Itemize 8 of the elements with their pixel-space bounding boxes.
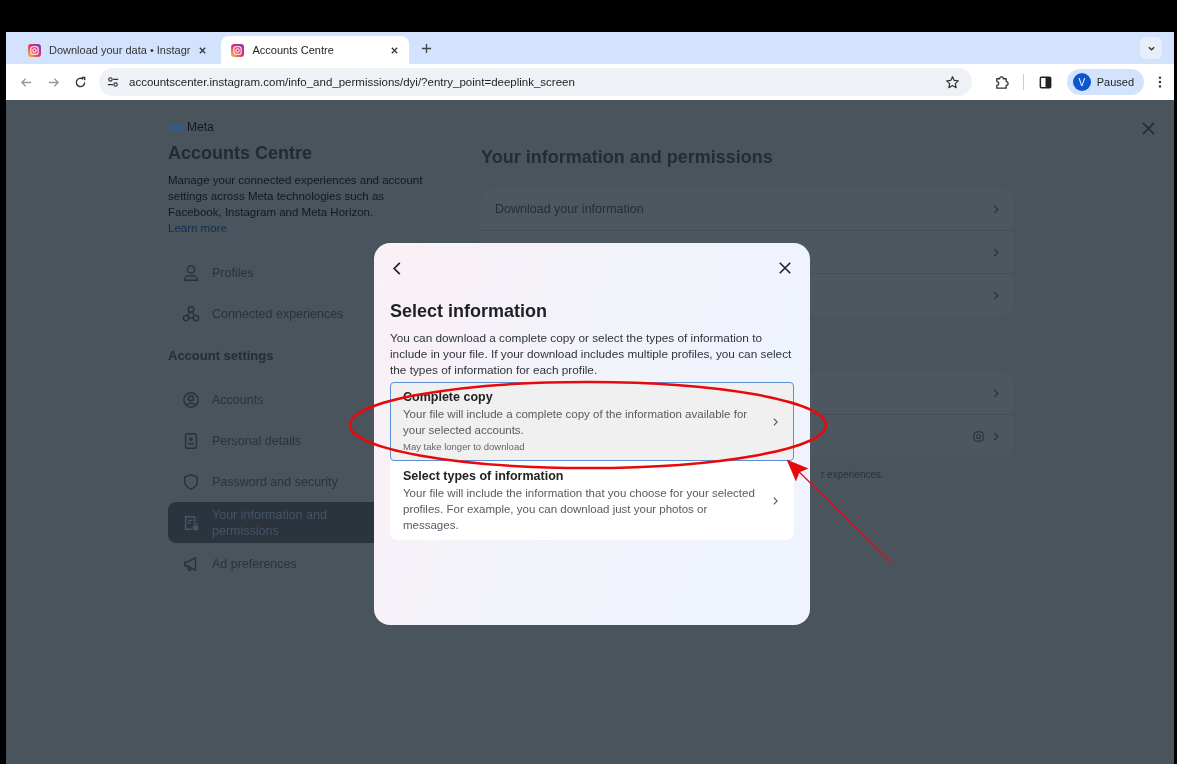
dialog-title: Select information bbox=[390, 301, 548, 322]
avatar: V bbox=[1072, 73, 1091, 91]
meta-logo: Meta bbox=[168, 120, 214, 134]
option-title: Select types of information bbox=[403, 468, 565, 485]
dialog-description: You can download a complete copy or select the types of information to include in your file. If your download includes multiple profiles, you can select the types of information for each profile. bbox=[390, 330, 793, 378]
option-description: Your file will include a complete copy of the information available for your selected accounts. bbox=[403, 407, 749, 438]
option-note: May take longer to download bbox=[403, 440, 526, 454]
description-text: Manage your connected experiences and account settings across Meta technologies such as Facebook, Instagram and Meta Horizon. Learn more bbox=[168, 173, 424, 236]
